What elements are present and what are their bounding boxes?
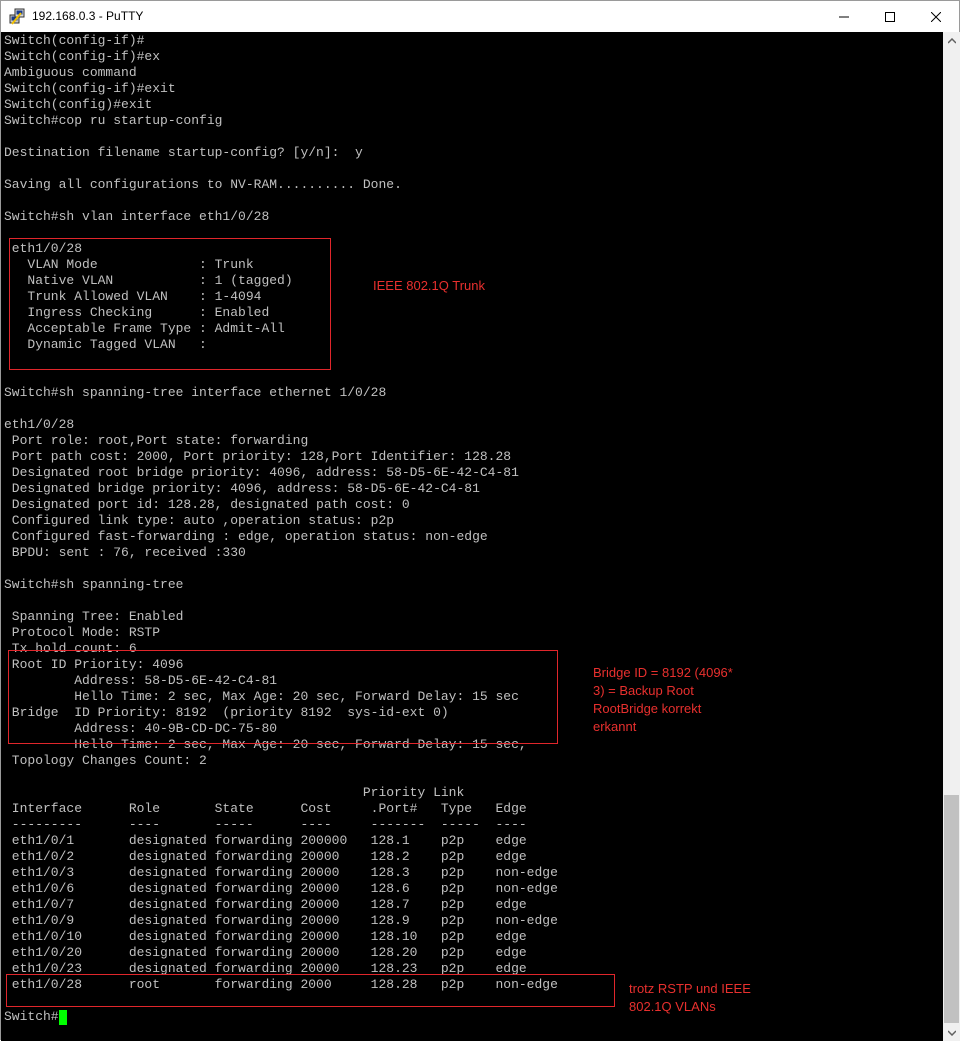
putty-window: 192.168.0.3 - PuTTY Switch(config-if)# Sw…	[0, 0, 960, 1041]
rstp-note: trotz RSTP und IEEE 802.1Q VLANs	[629, 980, 751, 1016]
terminal-line: Designated bridge priority: 4096, addres…	[4, 481, 480, 496]
terminal-line: BPDU: sent : 76, received :330	[4, 545, 246, 560]
window-title: 192.168.0.3 - PuTTY	[32, 9, 144, 23]
title-bar[interactable]: 192.168.0.3 - PuTTY	[1, 1, 959, 32]
close-icon	[931, 11, 941, 22]
terminal-line: Switch#cop ru startup-config	[4, 113, 223, 128]
terminal-line: Switch(config-if)#ex	[4, 49, 161, 64]
terminal-line: eth1/0/1 designated forwarding 200000 12…	[4, 833, 527, 848]
terminal-cursor	[59, 1010, 67, 1025]
terminal-line: Switch(config-if)#exit	[4, 81, 176, 96]
terminal-line: eth1/0/20 designated forwarding 20000 12…	[4, 945, 527, 960]
terminal-line: --------- ---- ----- ---- ------- ----- …	[4, 817, 527, 832]
terminal-area[interactable]: Switch(config-if)# Switch(config-if)#ex Am…	[1, 32, 943, 1041]
terminal-line: eth1/0/3 designated forwarding 20000 128…	[4, 865, 558, 880]
terminal-line: Ambiguous command	[4, 65, 137, 80]
terminal-line: eth1/0/28	[4, 417, 75, 432]
scroll-up-arrow-icon	[947, 37, 956, 44]
terminal-line: Interface Role State Cost .Port# Type Ed…	[4, 801, 527, 816]
terminal-line: Configured link type: auto ,operation st…	[4, 513, 395, 528]
maximize-button[interactable]	[867, 1, 913, 32]
terminal-line: Port path cost: 2000, Port priority: 128…	[4, 449, 512, 464]
terminal-line: Port role: root,Port state: forwarding	[4, 433, 309, 448]
terminal-line: Switch#sh spanning-tree	[4, 577, 184, 592]
terminal-line: eth1/0/7 designated forwarding 20000 128…	[4, 897, 527, 912]
terminal-line: Protocol Mode: RSTP	[4, 625, 161, 640]
terminal-line: Switch(config-if)#	[4, 33, 145, 48]
trunk-note-line: IEEE 802.1Q Trunk	[373, 278, 486, 293]
vertical-scrollbar[interactable]	[943, 32, 960, 1041]
bridge-note-line: erkannt	[593, 719, 637, 734]
scroll-down-arrow-icon	[947, 1029, 956, 1036]
terminal-line: Designated port id: 128.28, designated p…	[4, 497, 410, 512]
scroll-down-button[interactable]	[943, 1024, 960, 1041]
terminal-line: eth1/0/6 designated forwarding 20000 128…	[4, 881, 558, 896]
root-port-highlight-box	[6, 974, 615, 1007]
rstp-note-line: trotz RSTP und IEEE	[629, 981, 751, 996]
bridge-note-line: Bridge ID = 8192 (4096*	[593, 665, 733, 680]
terminal-line: Priority Link	[4, 785, 465, 800]
maximize-icon	[885, 11, 895, 22]
terminal-line: Switch#sh vlan interface eth1/0/28	[4, 209, 270, 224]
terminal-line: Saving all configurations to NV-RAM.....…	[4, 177, 402, 192]
root-bridge-highlight-box	[8, 650, 558, 744]
terminal-line: Configured fast-forwarding : edge, opera…	[4, 529, 488, 544]
minimize-icon	[839, 16, 849, 17]
terminal-line: Designated root bridge priority: 4096, a…	[4, 465, 519, 480]
terminal-line: Topology Changes Count: 2	[4, 753, 207, 768]
bridge-note-line: RootBridge korrekt	[593, 701, 702, 716]
bridge-note-line: 3) = Backup Root	[593, 683, 694, 698]
terminal-line: Switch(config)#exit	[4, 97, 153, 112]
scroll-up-button[interactable]	[943, 32, 960, 49]
putty-icon[interactable]	[9, 8, 26, 25]
rstp-note-line: 802.1Q VLANs	[629, 999, 716, 1014]
terminal-line: Destination filename startup-config? [y/…	[4, 145, 363, 160]
terminal-line: Spanning Tree: Enabled	[4, 609, 184, 624]
terminal-line: Switch#sh spanning-tree interface ethern…	[4, 385, 387, 400]
vlan-interface-highlight-box	[9, 238, 331, 370]
terminal-line: eth1/0/2 designated forwarding 20000 128…	[4, 849, 527, 864]
scrollbar-thumb[interactable]	[944, 795, 959, 1023]
trunk-note: IEEE 802.1Q Trunk	[373, 277, 485, 295]
terminal-line: eth1/0/9 designated forwarding 20000 128…	[4, 913, 558, 928]
minimize-button[interactable]	[821, 1, 867, 32]
close-button[interactable]	[913, 1, 959, 32]
terminal-line: Switch#	[4, 1009, 59, 1024]
terminal-line: eth1/0/10 designated forwarding 20000 12…	[4, 929, 527, 944]
bridge-note: Bridge ID = 8192 (4096* 3) = Backup Root…	[593, 664, 733, 736]
